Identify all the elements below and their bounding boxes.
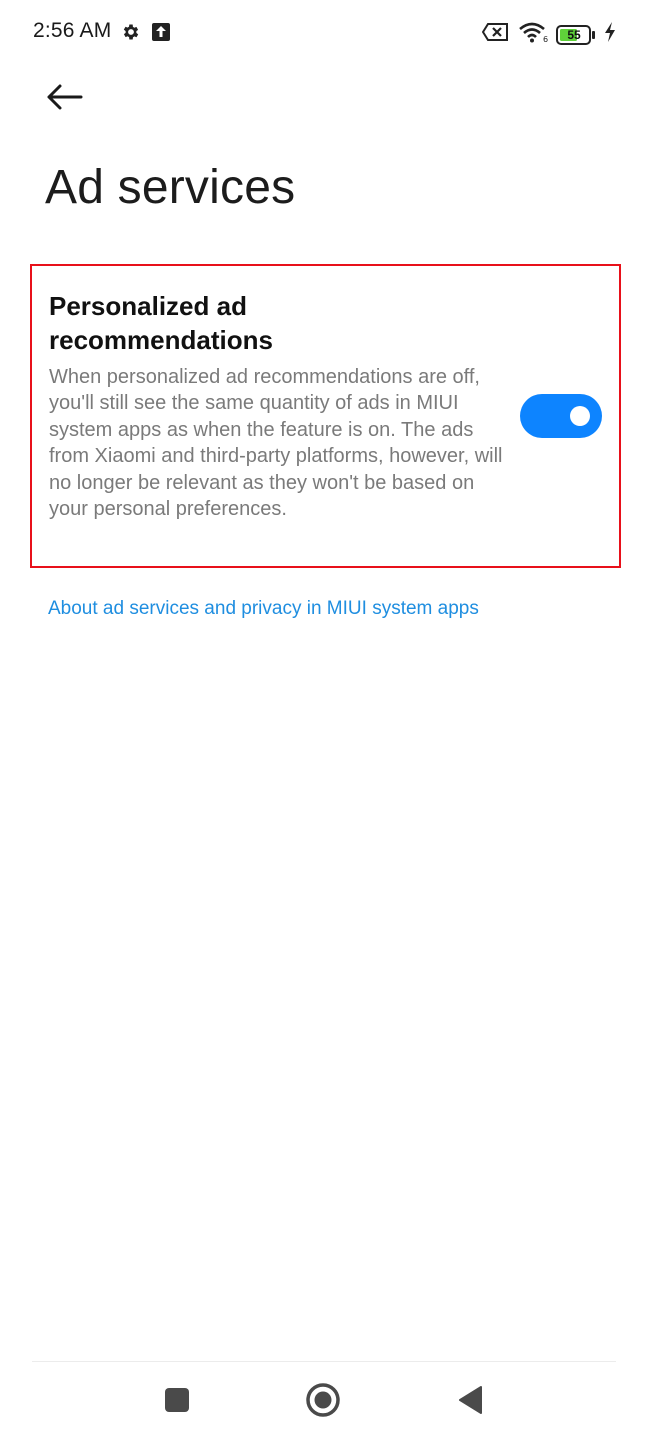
status-right-icons: 6 55	[481, 21, 616, 48]
no-sim-icon	[481, 22, 510, 47]
recents-button[interactable]	[157, 1382, 197, 1422]
setting-description: When personalized ad recommendations are…	[49, 366, 503, 521]
personalized-ads-setting[interactable]: Personalized ad recommendations When per…	[30, 264, 621, 568]
back-button[interactable]	[40, 78, 88, 120]
svg-text:6: 6	[543, 35, 548, 43]
upload-icon	[151, 22, 171, 47]
wifi-icon: 6	[518, 21, 548, 48]
personalized-ads-toggle[interactable]	[520, 394, 602, 438]
status-left-icons	[121, 22, 171, 47]
arrow-left-icon	[44, 82, 84, 117]
status-bar: 2:56 AM 6 55	[0, 0, 648, 66]
setting-title: Personalized ad recommendations	[49, 291, 273, 355]
status-time: 2:56 AM	[33, 19, 112, 42]
battery-icon: 55	[556, 24, 596, 46]
system-back-button[interactable]	[450, 1382, 490, 1422]
recents-square-icon	[164, 1387, 190, 1418]
page-title: Ad services	[45, 161, 296, 214]
toggle-knob	[570, 406, 590, 426]
battery-level: 55	[567, 27, 581, 42]
gear-icon	[121, 22, 141, 47]
back-triangle-icon	[457, 1385, 483, 1420]
charging-bolt-icon	[604, 22, 616, 47]
home-button[interactable]	[303, 1382, 343, 1422]
privacy-info-link[interactable]: About ad services and privacy in MIUI sy…	[48, 598, 479, 620]
home-circle-icon	[305, 1382, 341, 1423]
navigation-bar	[0, 1362, 648, 1440]
